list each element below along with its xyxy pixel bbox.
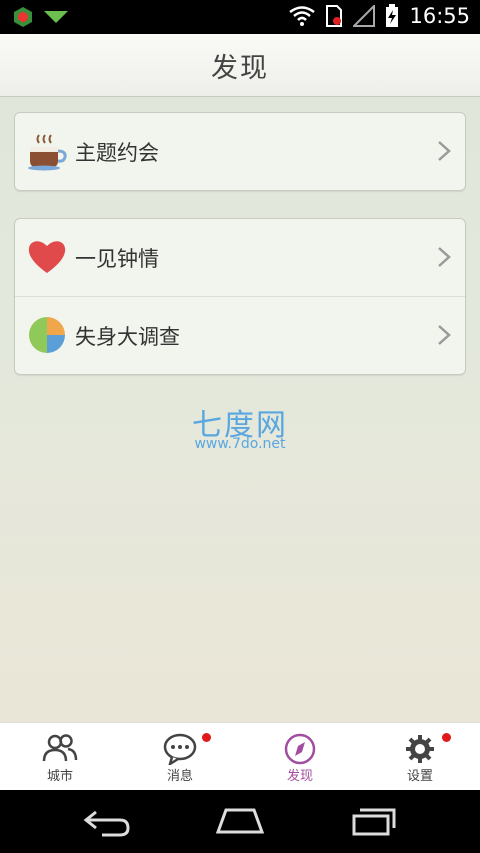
- compass-icon: [284, 733, 316, 765]
- tab-settings[interactable]: 设置: [360, 723, 480, 791]
- battery-icon: [386, 4, 399, 27]
- tab-label: 城市: [46, 769, 73, 784]
- app-notification-icon: [14, 7, 32, 27]
- people-icon: [42, 734, 78, 762]
- clock: 16:55: [409, 4, 470, 28]
- tab-discover[interactable]: 发现: [240, 723, 360, 791]
- tab-city[interactable]: 城市: [0, 723, 120, 791]
- chevron-right-icon: [438, 141, 451, 161]
- chevron-right-icon: [438, 247, 451, 267]
- recent-apps-button[interactable]: [350, 804, 398, 838]
- coffee-cup-icon: [28, 134, 67, 171]
- download-notification-icon: [44, 11, 68, 23]
- pie-chart-icon: [29, 317, 65, 353]
- watermark-url: www.7do.net: [194, 436, 286, 452]
- card-themed-dates: 主题约会: [14, 112, 466, 191]
- title-bar: 发现: [0, 34, 480, 97]
- heart-icon: [28, 241, 66, 273]
- tab-label: 发现: [286, 769, 313, 784]
- gear-icon: [406, 735, 434, 763]
- wifi-icon: [289, 6, 316, 26]
- unread-badge: [202, 733, 211, 742]
- signal-icon: [353, 5, 376, 27]
- list-item-love-at-first-sight[interactable]: 一见钟情: [15, 219, 465, 296]
- status-bar: 16:55: [0, 0, 480, 34]
- bottom-tab-bar: 城市 消息 发现 设置: [0, 722, 480, 791]
- chevron-right-icon: [438, 325, 451, 345]
- list-item-themed-dates[interactable]: 主题约会: [15, 113, 465, 190]
- chat-bubble-icon: [163, 733, 197, 765]
- tab-label: 设置: [406, 769, 433, 784]
- list-item-survey[interactable]: 失身大调查: [15, 296, 465, 374]
- page-title: 发现: [211, 52, 269, 84]
- sim-card-icon: [326, 5, 343, 27]
- tab-messages[interactable]: 消息: [120, 723, 240, 791]
- list-item-label: 主题约会: [75, 140, 159, 165]
- tab-label: 消息: [166, 769, 193, 784]
- back-button[interactable]: [82, 804, 130, 838]
- list-item-label: 失身大调查: [75, 324, 180, 349]
- system-nav-bar: [0, 790, 480, 853]
- card-discover-more: 一见钟情 失身大调查: [14, 218, 466, 375]
- unread-badge: [442, 733, 451, 742]
- list-item-label: 一见钟情: [75, 246, 159, 271]
- home-button[interactable]: [214, 804, 266, 838]
- discover-screen: 发现 主题约会 一见钟情 失身大调查 七度网 www.7do.net 城市 消息…: [0, 34, 480, 791]
